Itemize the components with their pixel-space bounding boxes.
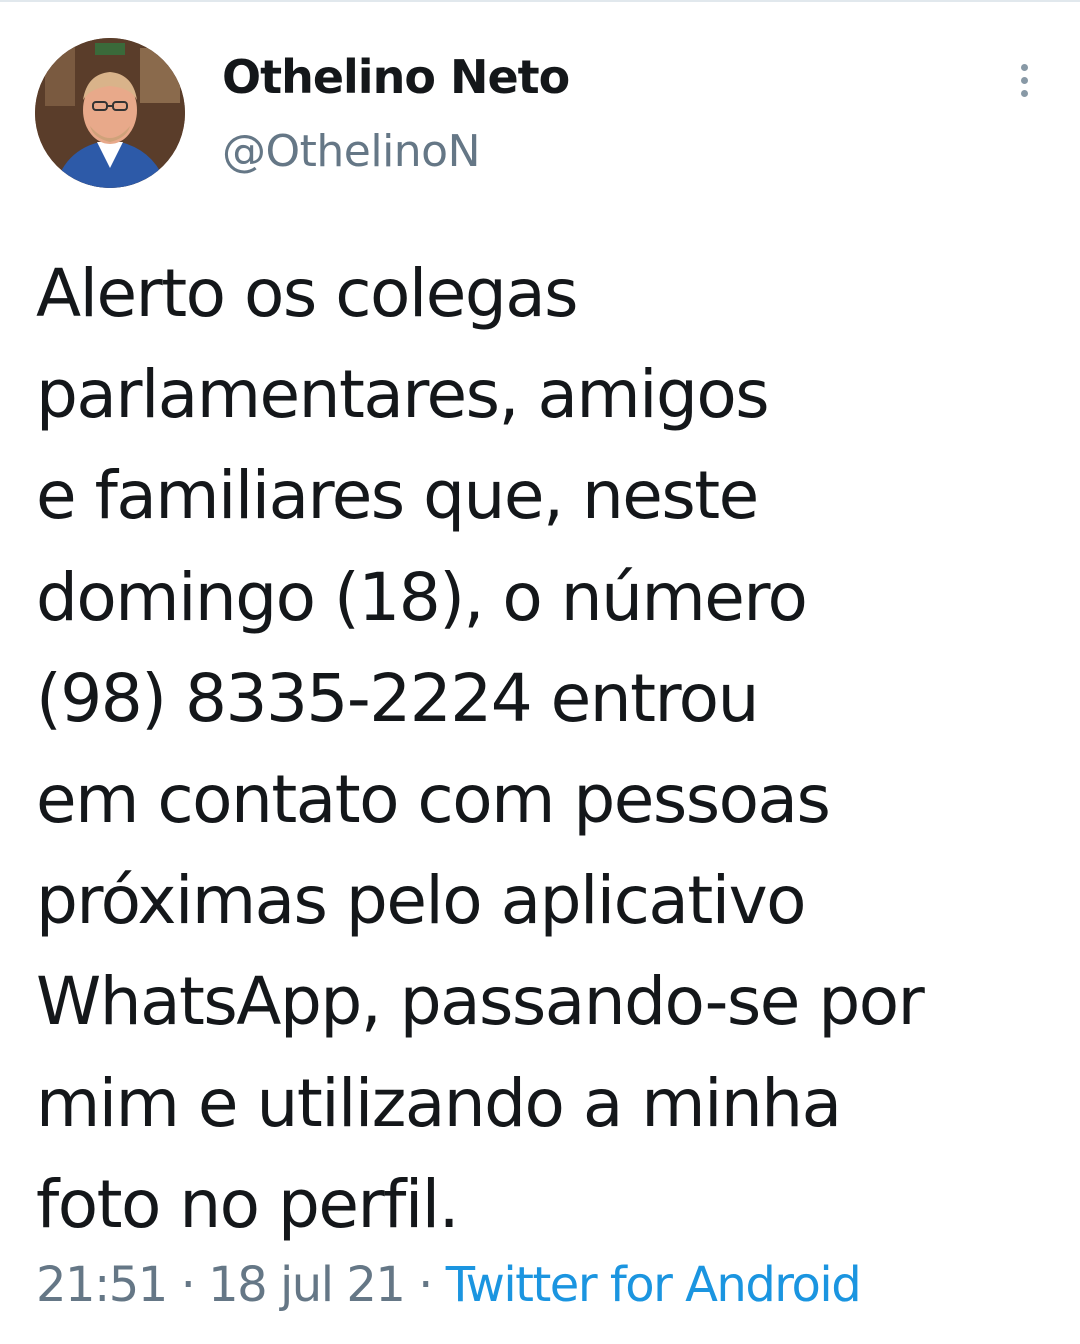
tweet-metadata: 21:51 · 18 jul 21 · Twitter for Android (36, 1257, 862, 1313)
author-display-name[interactable]: Othelino Neto (222, 50, 570, 104)
tweet-line: próximas pelo aplicativo (36, 862, 807, 940)
more-vertical-icon-dot-2 (1020, 76, 1028, 84)
more-options-button[interactable] (1004, 58, 1044, 102)
author-handle[interactable]: @OthelinoN (222, 126, 481, 177)
tweet-text: Alerto os colegas parlamentares, amigos … (36, 243, 1076, 1255)
tweet-date[interactable]: 18 jul 21 (208, 1257, 406, 1313)
tweet-line: em contato com pessoas (36, 760, 831, 838)
tweet-line: foto no perfil. (36, 1165, 460, 1243)
more-vertical-icon-dot-3 (1020, 89, 1028, 97)
more-vertical-icon-dot-1 (1020, 63, 1028, 71)
tweet-line: e familiares que, neste (36, 457, 759, 535)
meta-separator: · (418, 1257, 433, 1313)
tweet-line: parlamentares, amigos (36, 356, 770, 434)
top-divider (0, 0, 1080, 2)
meta-separator: · (180, 1257, 196, 1313)
tweet-line: domingo (18), o número (36, 558, 808, 636)
avatar[interactable] (35, 38, 185, 188)
tweet-line: mim e utilizando a minha (36, 1064, 842, 1142)
tweet-line: WhatsApp, passando-se por (36, 963, 925, 1041)
tweet-time[interactable]: 21:51 (36, 1257, 168, 1313)
tweet-line: (98) 8335-2224 entrou (36, 659, 759, 737)
tweet-source-link[interactable]: Twitter for Android (446, 1257, 862, 1313)
profile-photo-icon (35, 38, 185, 188)
tweet-line: Alerto os colegas (36, 255, 579, 332)
